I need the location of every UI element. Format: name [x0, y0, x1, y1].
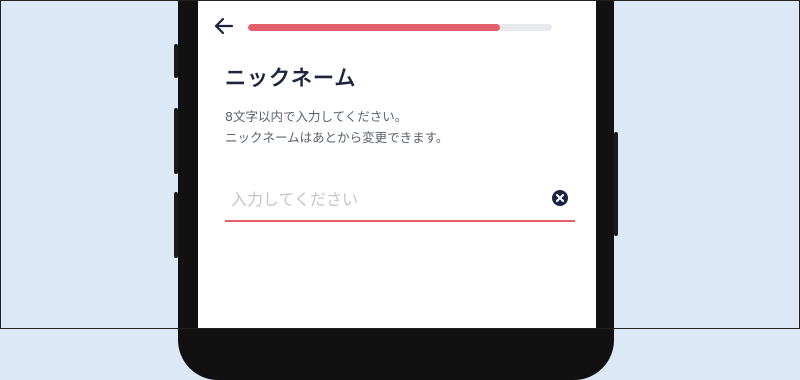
image-border [0, 0, 800, 329]
